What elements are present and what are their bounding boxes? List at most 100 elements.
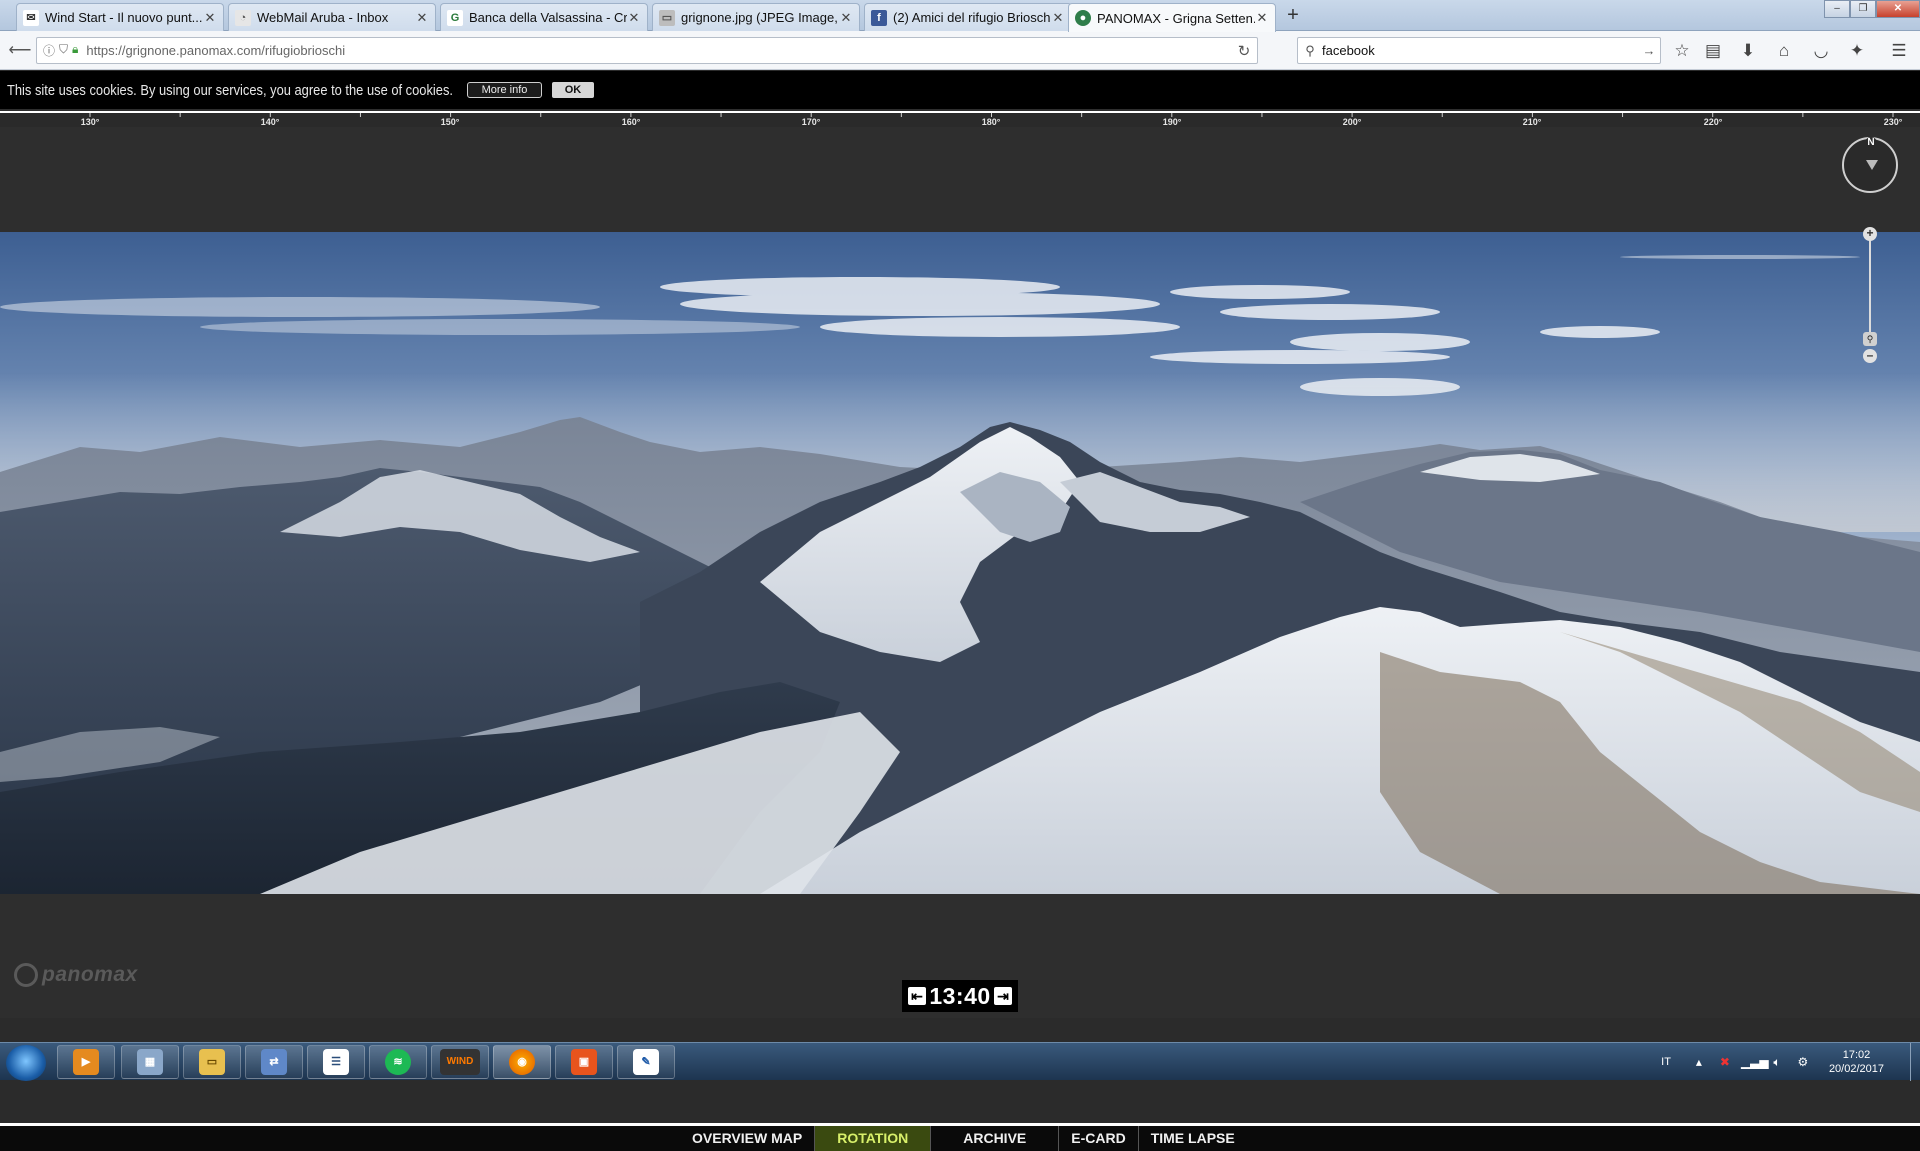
media-player-icon: ▶ (73, 1049, 99, 1075)
system-tray: IT ▴ ✖ ▁▃▅ 🔈︎ ⚙ 17:02 20/02/2017 (1661, 1043, 1920, 1081)
ruler-label: 140° (260, 117, 280, 127)
nav-rotation[interactable]: ROTATION (815, 1126, 932, 1151)
network-icon: ⇄ (261, 1049, 287, 1075)
sync-icon[interactable]: ✦ (1844, 39, 1870, 63)
zoom-out-button[interactable]: – (1863, 349, 1877, 363)
previous-image-button[interactable]: ⇤ (908, 987, 926, 1005)
maximize-button[interactable]: ❐ (1850, 0, 1876, 18)
compass-north-label: N (1865, 137, 1877, 149)
url-bar[interactable]: ⓘ ⛉ 🔒︎ https://grignone.panomax.com/rifu… (36, 37, 1258, 64)
firefox-icon: ◉ (509, 1049, 535, 1075)
bookmark-star-icon[interactable]: ☆ (1669, 39, 1695, 63)
cookie-text: This site uses cookies. By using our ser… (7, 81, 453, 99)
info-icon[interactable]: ⓘ (43, 42, 55, 59)
taskbar-network[interactable]: ⇄ (245, 1045, 303, 1079)
reading-list-icon[interactable]: ▤ (1700, 39, 1726, 63)
office-icon: ▣ (571, 1049, 597, 1075)
panomax-logo-icon (14, 963, 38, 987)
close-tab-icon[interactable]: ✕ (203, 10, 217, 26)
show-desktop-button[interactable] (1910, 1043, 1920, 1081)
taskbar-calculator[interactable]: ▦ (121, 1045, 179, 1079)
download-icon[interactable]: ⬇ (1735, 39, 1761, 63)
close-tab-icon[interactable]: ✕ (415, 10, 429, 26)
next-image-button[interactable]: ⇥ (993, 987, 1012, 1005)
new-tab-button[interactable]: + (1282, 4, 1304, 26)
home-icon[interactable]: ⌂ (1771, 39, 1797, 63)
ruler-label: 170° (801, 117, 821, 127)
tray-expand-icon[interactable]: ▴ (1689, 1055, 1709, 1069)
taskbar-media-player[interactable]: ▶ (57, 1045, 115, 1079)
zoom-control: + ⚲ – (1862, 227, 1878, 363)
cookie-ok-button[interactable]: OK (552, 82, 594, 98)
start-button[interactable] (6, 1045, 46, 1081)
signal-icon[interactable]: ▁▃▅ (1741, 1055, 1769, 1069)
zoom-slider-handle[interactable]: ⚲ (1863, 332, 1877, 346)
bank-favicon-icon: G (447, 9, 463, 26)
nav-overview-map[interactable]: OVERVIEW MAP (680, 1126, 816, 1151)
compass-button[interactable]: N (1842, 137, 1898, 193)
reload-icon[interactable]: ↻ (1231, 42, 1257, 60)
taskbar-spotify[interactable]: ≋ (369, 1045, 427, 1079)
shield-icon[interactable]: ⛉ (59, 42, 68, 59)
close-window-button[interactable]: ✕ (1876, 0, 1920, 18)
ruler-label: 160° (621, 117, 641, 127)
volume-icon[interactable]: 🔈︎ (1767, 1055, 1787, 1070)
panomax-logo: panomax (14, 963, 138, 987)
menu-icon[interactable]: ☰ (1886, 39, 1912, 63)
compass-needle-icon (1866, 160, 1878, 170)
ruler-label: 210° (1522, 117, 1542, 127)
tab-amici-rifugio-brioschi[interactable]: f (2) Amici del rifugio Brioschi ✕ (864, 3, 1072, 31)
mountain-panorama (0, 232, 1920, 894)
zoom-in-button[interactable]: + (1863, 227, 1877, 241)
panorama-image[interactable] (0, 232, 1920, 894)
image-favicon-icon: ▭ (659, 9, 675, 26)
close-tab-icon[interactable]: ✕ (839, 10, 853, 26)
zoom-slider-track[interactable] (1869, 235, 1871, 335)
nav-archive[interactable]: ARCHIVE (931, 1126, 1060, 1151)
search-bar[interactable]: ⚲ facebook → (1297, 37, 1661, 64)
ruler-label: 190° (1162, 117, 1182, 127)
taskbar-office[interactable]: ▣ (555, 1045, 613, 1079)
tab-grignone-jpg[interactable]: ▭ grignone.jpg (JPEG Image, ... ✕ (652, 3, 860, 31)
update-icon[interactable]: ⚙ (1793, 1055, 1813, 1069)
panomax-logo-text: panomax (42, 963, 138, 986)
search-icon: ⚲ (1305, 42, 1315, 58)
taskbar-firefox[interactable]: ◉ (493, 1045, 551, 1079)
close-tab-icon[interactable]: ✕ (627, 10, 641, 26)
ruler-ticks (89, 113, 1894, 117)
tab-webmail-aruba[interactable]: ◔ WebMail Aruba - Inbox ✕ (228, 3, 436, 31)
minimize-button[interactable]: – (1824, 0, 1850, 18)
pocket-icon[interactable]: ◡ (1808, 39, 1834, 63)
wind-icon: WIND (440, 1049, 480, 1075)
ruler-label: 150° (440, 117, 460, 127)
windows-taskbar: ▶ ▦ ▭ ⇄ ☰ ≋ WIND ◉ ▣ ✎ IT ▴ ✖ ▁▃▅ 🔈︎ ⚙ 1… (0, 1042, 1920, 1081)
close-tab-icon[interactable]: ✕ (1255, 10, 1269, 26)
cookie-banner: This site uses cookies. By using our ser… (0, 71, 1920, 109)
aruba-favicon-icon: ◔ (235, 9, 251, 26)
taskbar-chat[interactable]: ☰ (307, 1045, 365, 1079)
tab-banca-valsassina[interactable]: G Banca della Valsassina - Cr... ✕ (440, 3, 648, 31)
antivirus-icon[interactable]: ✖ (1715, 1055, 1735, 1069)
chat-icon: ☰ (323, 1049, 349, 1075)
nav-time-lapse[interactable]: TIME LAPSE (1139, 1126, 1247, 1151)
search-go-icon[interactable]: → (1638, 43, 1660, 58)
taskbar-file-explorer[interactable]: ▭ (183, 1045, 241, 1079)
back-button[interactable]: ⟵ (8, 39, 32, 63)
tray-clock[interactable]: 17:02 20/02/2017 (1829, 1048, 1884, 1076)
tab-wind-start[interactable]: ✉ Wind Start - Il nuovo punt... ✕ (16, 3, 224, 31)
close-tab-icon[interactable]: ✕ (1051, 10, 1065, 26)
facebook-favicon-icon: f (871, 9, 887, 26)
taskbar-wind[interactable]: WIND (431, 1045, 489, 1079)
tab-panomax[interactable]: ● PANOMAX - Grigna Setten... ✕ (1068, 3, 1276, 32)
ruler-label: 230° (1883, 117, 1903, 127)
panorama-viewer[interactable]: 130° 140° 150° 160° 170° 180° 190° 200° … (0, 109, 1920, 1151)
ruler-label: 220° (1703, 117, 1723, 127)
language-indicator[interactable]: IT (1661, 1056, 1671, 1068)
nav-e-card[interactable]: E-CARD (1059, 1126, 1139, 1151)
url-text[interactable]: https://grignone.panomax.com/rifugiobrio… (86, 43, 1231, 58)
search-input[interactable]: facebook (1322, 43, 1638, 58)
taskbar-notepad[interactable]: ✎ (617, 1045, 675, 1079)
viewer-bottom-nav: OVERVIEW MAP ROTATION ARCHIVE E-CARD TIM… (0, 1123, 1920, 1151)
notepad-icon: ✎ (633, 1049, 659, 1075)
more-info-button[interactable]: More info (467, 82, 542, 98)
